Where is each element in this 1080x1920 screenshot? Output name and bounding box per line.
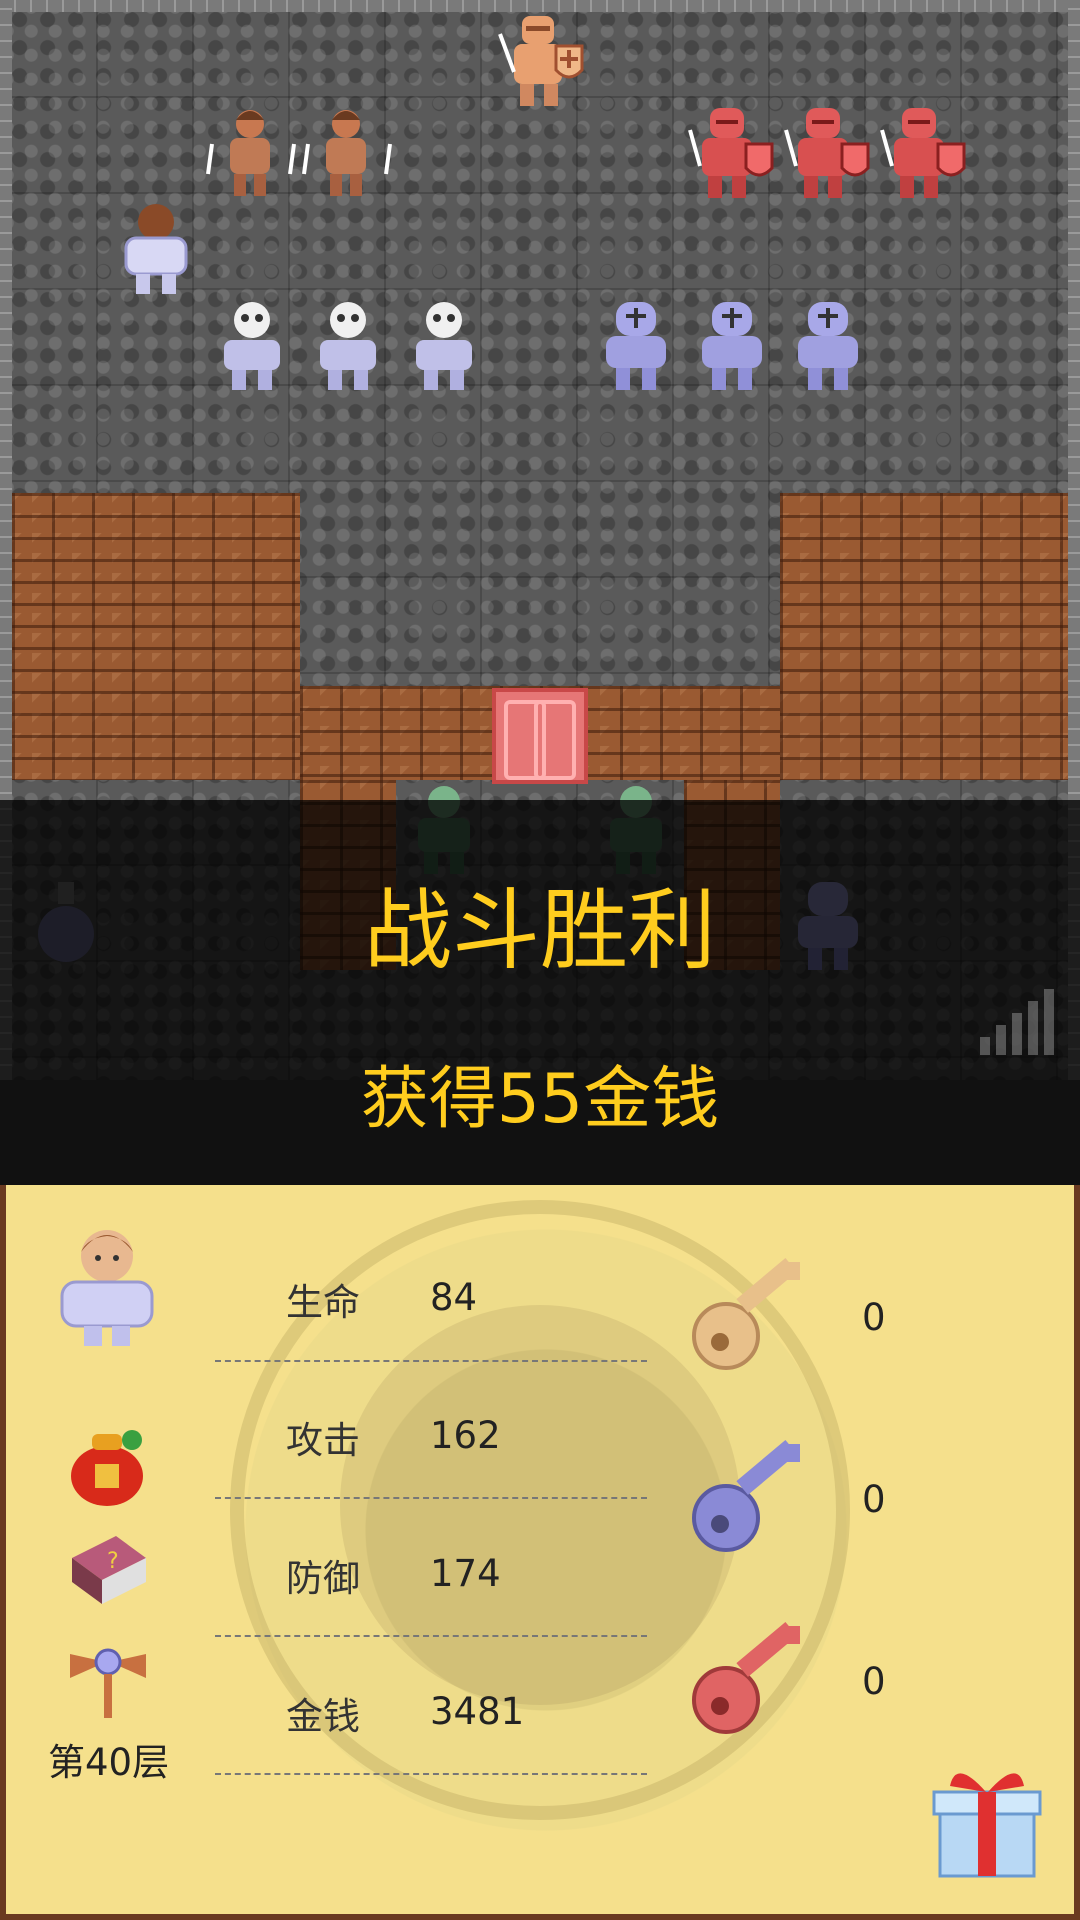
brick-wall-left <box>12 493 300 780</box>
yellow-key-count: 0 <box>862 1296 886 1339</box>
reward-text: 获得55金钱 <box>360 1060 720 1139</box>
victory-title: 战斗胜利 <box>363 879 716 982</box>
brick-wall-right <box>780 493 1068 780</box>
gold-value: 3481 <box>430 1690 525 1733</box>
floor-label: 第40层 <box>48 1741 170 1784</box>
hero-portrait-icon <box>60 1230 154 1346</box>
divider <box>215 1635 647 1637</box>
red-key-icon <box>692 1621 800 1734</box>
yellow-key-icon <box>692 1257 800 1370</box>
red-knight-monster[interactable] <box>780 104 876 200</box>
map-border-top <box>0 0 1080 12</box>
hero-player[interactable] <box>108 200 204 296</box>
hp-label: 生命 <box>286 1281 360 1324</box>
brown-soldier-monster[interactable] <box>204 104 300 200</box>
blue-knight-monster[interactable] <box>588 296 684 392</box>
brown-soldier-monster[interactable] <box>300 104 396 200</box>
red-key-count: 0 <box>862 1660 886 1703</box>
floor-fly-icon[interactable] <box>66 1636 150 1720</box>
emblem-center <box>340 1305 740 1705</box>
signal-bars-icon <box>980 989 1054 1055</box>
skeleton-monster[interactable] <box>204 296 300 392</box>
lucky-bag-icon[interactable] <box>62 1420 152 1510</box>
hp-value: 84 <box>430 1276 478 1319</box>
monster-book-icon[interactable]: ? <box>64 1528 150 1614</box>
divider <box>215 1773 647 1775</box>
red-knight-monster[interactable] <box>876 104 972 200</box>
red-door[interactable] <box>492 688 588 784</box>
defense-value: 174 <box>430 1552 501 1595</box>
gold-label: 金钱 <box>286 1695 360 1738</box>
blue-knight-monster[interactable] <box>684 296 780 392</box>
blue-key-icon <box>692 1439 800 1552</box>
golden-knight-monster[interactable] <box>492 12 588 108</box>
red-knight-monster[interactable] <box>684 104 780 200</box>
blue-knight-monster[interactable] <box>780 296 876 392</box>
blue-key-count: 0 <box>862 1478 886 1521</box>
svg-text:?: ? <box>107 1549 119 1574</box>
skeleton-monster[interactable] <box>300 296 396 392</box>
attack-value: 162 <box>430 1414 501 1457</box>
attack-label: 攻击 <box>286 1419 360 1462</box>
divider <box>215 1497 647 1499</box>
gift-box-icon[interactable] <box>926 1760 1048 1882</box>
divider <box>215 1360 647 1362</box>
defense-label: 防御 <box>286 1557 360 1600</box>
skeleton-monster[interactable] <box>396 296 492 392</box>
